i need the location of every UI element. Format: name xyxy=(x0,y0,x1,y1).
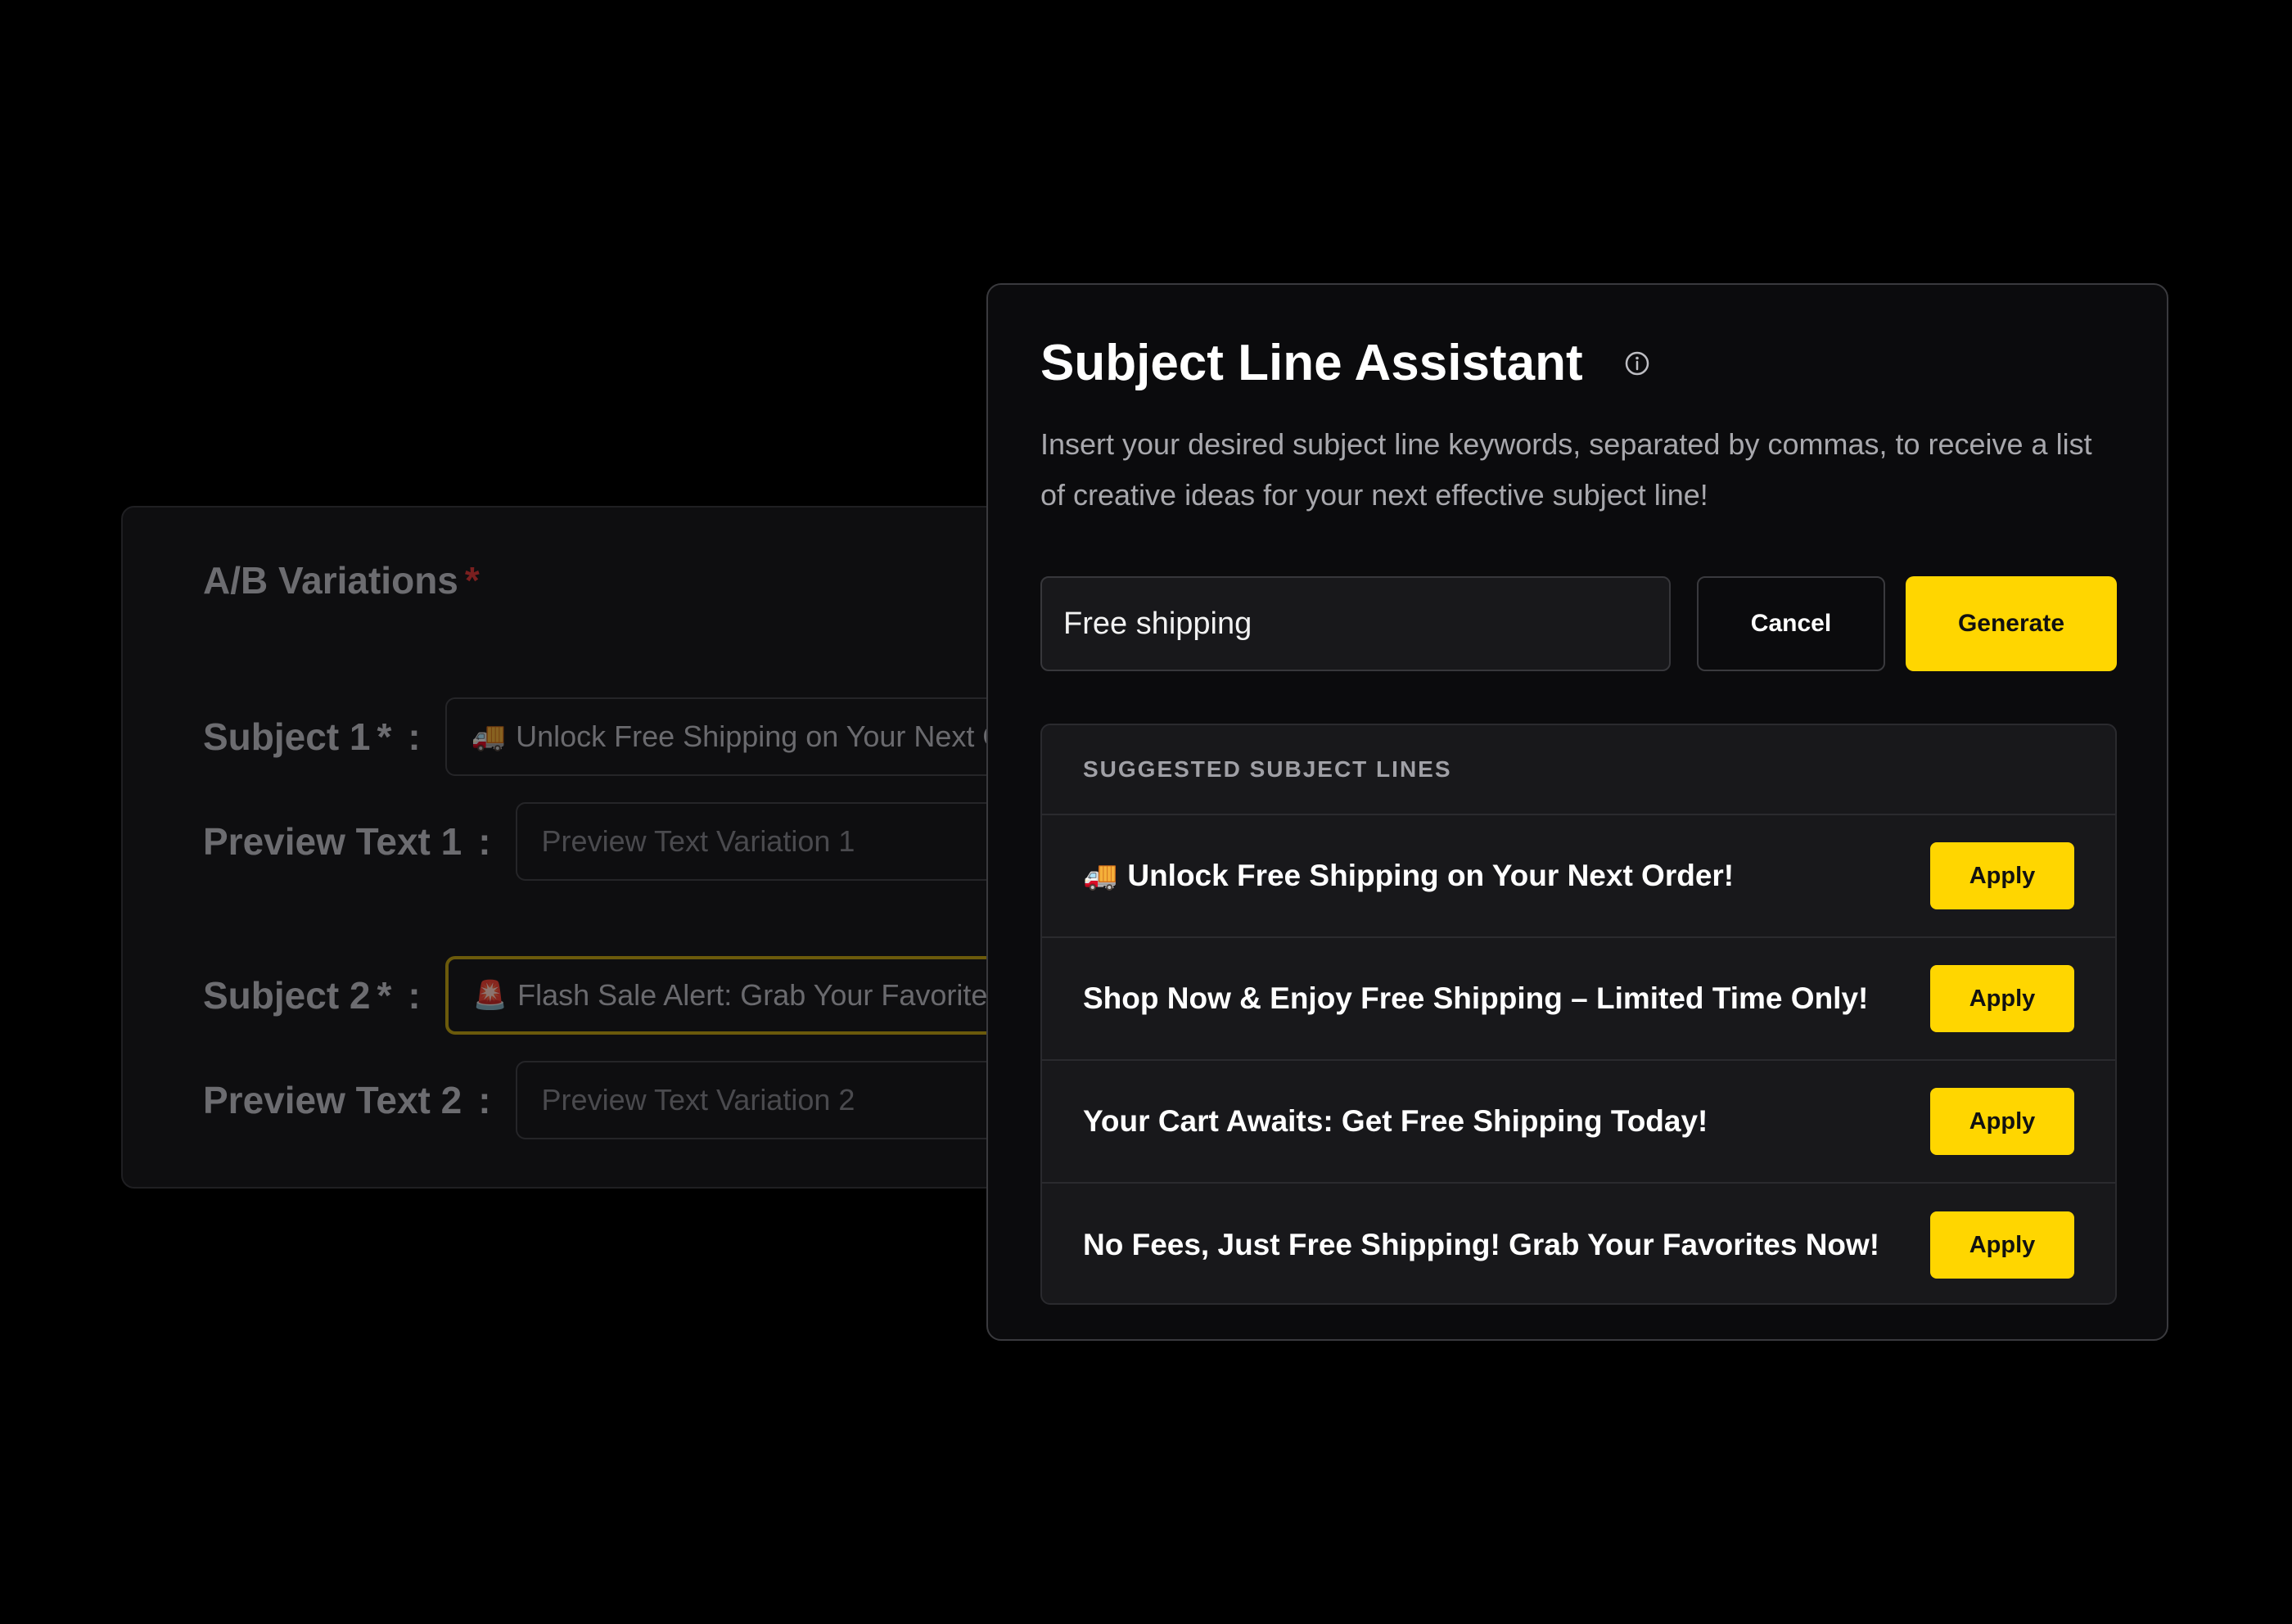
apply-button[interactable]: Apply xyxy=(1930,1211,2074,1279)
suggestion-row: Your Cart Awaits: Get Free Shipping Toda… xyxy=(1042,1061,2115,1184)
required-asterisk: * xyxy=(377,715,392,758)
subject-1-label: Subject 1 xyxy=(203,715,371,758)
modal-title: Subject Line Assistant xyxy=(1040,334,1650,392)
apply-button[interactable]: Apply xyxy=(1930,842,2074,909)
colon: : xyxy=(408,974,421,1017)
colon: : xyxy=(478,820,491,863)
suggestion-text: No Fees, Just Free Shipping! Grab Your F… xyxy=(1083,1228,1880,1261)
truck-icon: 🚚 xyxy=(1083,860,1118,891)
subject-2-label: Subject 2 xyxy=(203,974,371,1017)
modal-title-text: Subject Line Assistant xyxy=(1040,335,1583,391)
suggestion-row: 🚚 Unlock Free Shipping on Your Next Orde… xyxy=(1042,815,2115,938)
cancel-button[interactable]: Cancel xyxy=(1697,576,1885,671)
suggested-subject-lines-panel: SUGGESTED SUBJECT LINES 🚚 Unlock Free Sh… xyxy=(1040,724,2117,1305)
subject-line-assistant-modal: Subject Line Assistant Insert your desir… xyxy=(986,283,2168,1341)
keyword-input-value: Free shipping xyxy=(1063,606,1252,641)
subject-1-value: Unlock Free Shipping on Your Next Order! xyxy=(516,720,1067,753)
keyword-input[interactable]: Free shipping xyxy=(1040,576,1671,671)
apply-button[interactable]: Apply xyxy=(1930,965,2074,1032)
suggestion-text: 🚚 Unlock Free Shipping on Your Next Orde… xyxy=(1083,859,1734,893)
modal-description: Insert your desired subject line keyword… xyxy=(1040,427,2092,512)
ab-variations-title-text: A/B Variations xyxy=(203,559,458,602)
suggestions-header: SUGGESTED SUBJECT LINES xyxy=(1042,725,2115,815)
suggestion-row: Shop Now & Enjoy Free Shipping – Limited… xyxy=(1042,938,2115,1061)
colon: : xyxy=(478,1079,491,1121)
preview-text-2-label: Preview Text 2 xyxy=(203,1079,462,1121)
ab-variations-title: A/B Variations * xyxy=(203,558,480,602)
suggestion-row: No Fees, Just Free Shipping! Grab Your F… xyxy=(1042,1184,2115,1303)
suggestion-text: Shop Now & Enjoy Free Shipping – Limited… xyxy=(1083,981,1869,1015)
info-circle-icon[interactable] xyxy=(1624,350,1650,377)
colon: : xyxy=(408,715,421,758)
suggestion-text: Your Cart Awaits: Get Free Shipping Toda… xyxy=(1083,1104,1708,1138)
generate-button[interactable]: Generate xyxy=(1906,576,2117,671)
required-asterisk: * xyxy=(377,974,392,1017)
apply-button[interactable]: Apply xyxy=(1930,1088,2074,1155)
preview-text-2-placeholder: Preview Text Variation 2 xyxy=(541,1083,855,1116)
preview-text-1-label: Preview Text 1 xyxy=(203,820,462,863)
suggestion-text-value: Unlock Free Shipping on Your Next Order! xyxy=(1127,859,1735,892)
required-asterisk: * xyxy=(464,559,480,602)
truck-icon: 🚚 xyxy=(471,721,507,752)
siren-icon: 🚨 xyxy=(472,980,508,1011)
preview-text-1-placeholder: Preview Text Variation 1 xyxy=(541,824,855,858)
